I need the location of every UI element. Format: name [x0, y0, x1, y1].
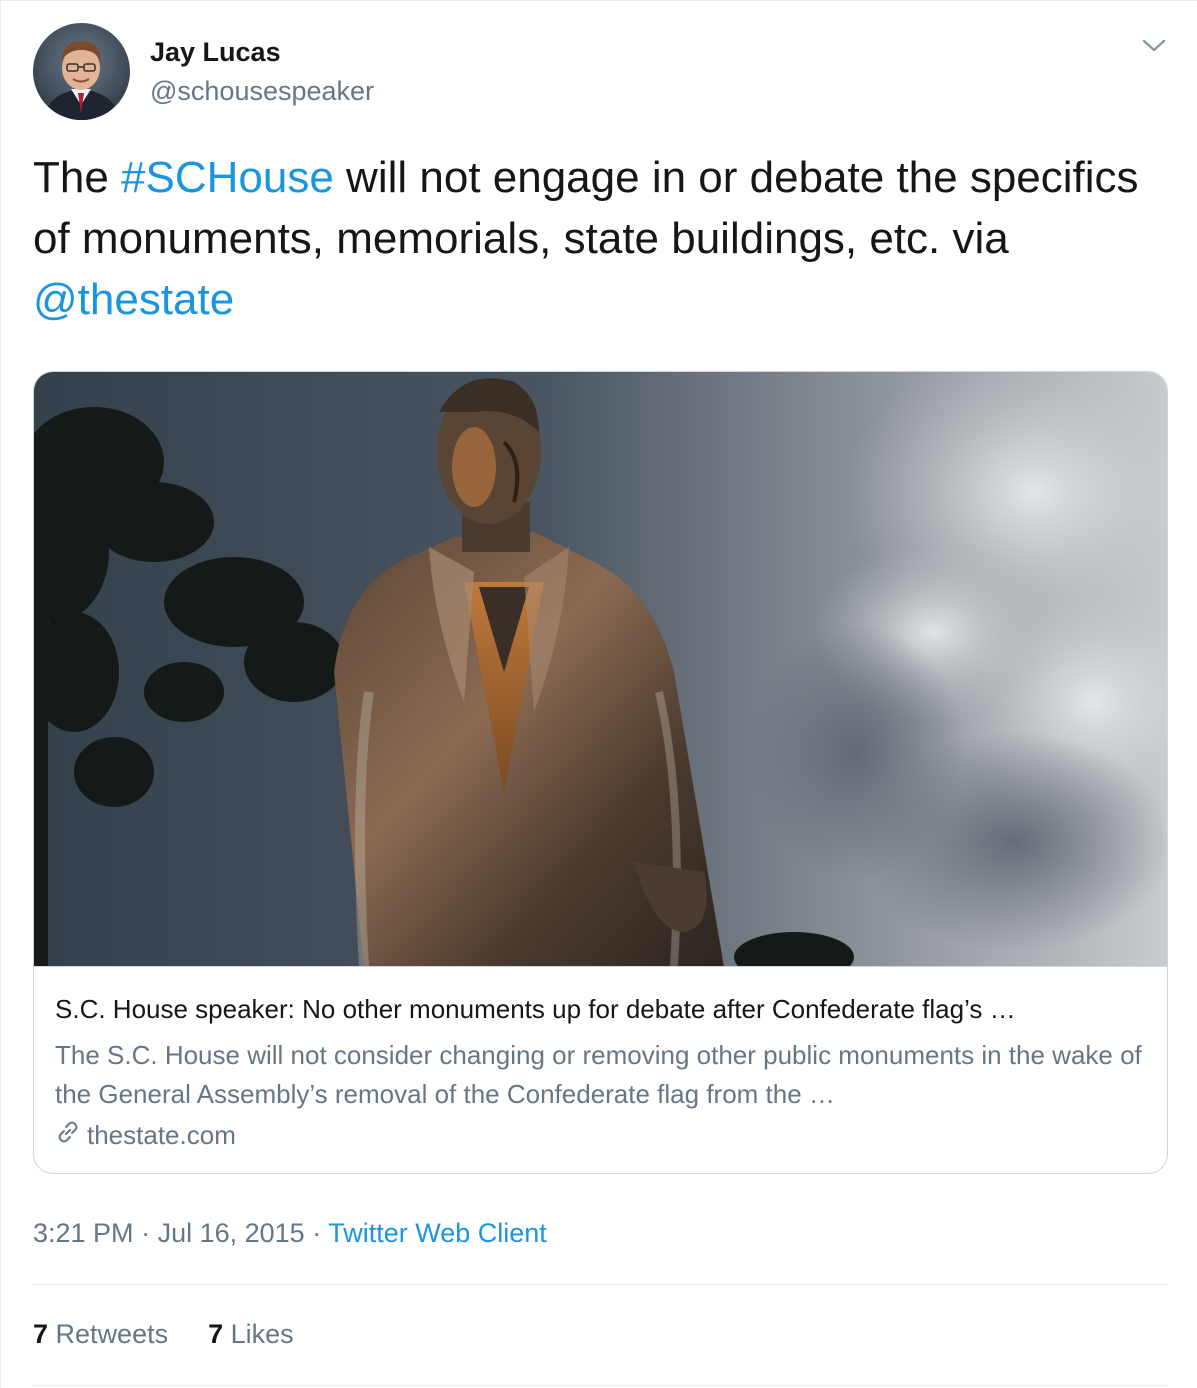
- tweet-text: The #SCHouse will not engage in or debat…: [33, 147, 1173, 330]
- divider: [33, 1284, 1168, 1285]
- tweet-text-start: The: [33, 153, 122, 202]
- tweet-stats: 7 Retweets 7 Likes: [33, 1319, 294, 1350]
- mention-link[interactable]: @thestate: [33, 275, 234, 324]
- hashtag-link[interactable]: #SCHouse: [121, 153, 334, 202]
- card-description: The S.C. House will not consider changin…: [55, 1040, 1142, 1109]
- author-name[interactable]: Jay Lucas: [150, 37, 281, 68]
- card-title: S.C. House speaker: No other monuments u…: [55, 994, 1016, 1024]
- tweet-container: Jay Lucas @schousespeaker The #SCHouse w…: [0, 0, 1197, 1388]
- retweets-count: 7: [33, 1319, 49, 1349]
- tweet-time[interactable]: 3:21 PM: [33, 1218, 134, 1248]
- card-domain: thestate.com: [55, 1119, 236, 1152]
- link-icon: [55, 1119, 81, 1152]
- tweet-source-link[interactable]: Twitter Web Client: [328, 1218, 547, 1248]
- meta-separator: ·: [133, 1218, 158, 1248]
- tweet-meta: 3:21 PM · Jul 16, 2015 · Twitter Web Cli…: [33, 1218, 547, 1249]
- divider-bottom: [33, 1385, 1168, 1386]
- chevron-down-icon[interactable]: [1139, 31, 1169, 61]
- likes-count: 7: [208, 1319, 224, 1349]
- retweets-stat[interactable]: 7 Retweets: [33, 1319, 168, 1350]
- link-card[interactable]: S.C. House speaker: No other monuments u…: [33, 371, 1168, 1174]
- card-image: [34, 372, 1167, 967]
- tweet-date[interactable]: Jul 16, 2015: [158, 1218, 305, 1248]
- meta-separator-2: ·: [304, 1218, 329, 1248]
- likes-label: Likes: [230, 1319, 294, 1349]
- retweets-label: Retweets: [55, 1319, 169, 1349]
- author-handle: @schousespeaker: [150, 76, 375, 106]
- avatar[interactable]: [33, 23, 130, 120]
- card-domain-text: thestate.com: [87, 1120, 236, 1150]
- likes-stat[interactable]: 7 Likes: [208, 1319, 294, 1350]
